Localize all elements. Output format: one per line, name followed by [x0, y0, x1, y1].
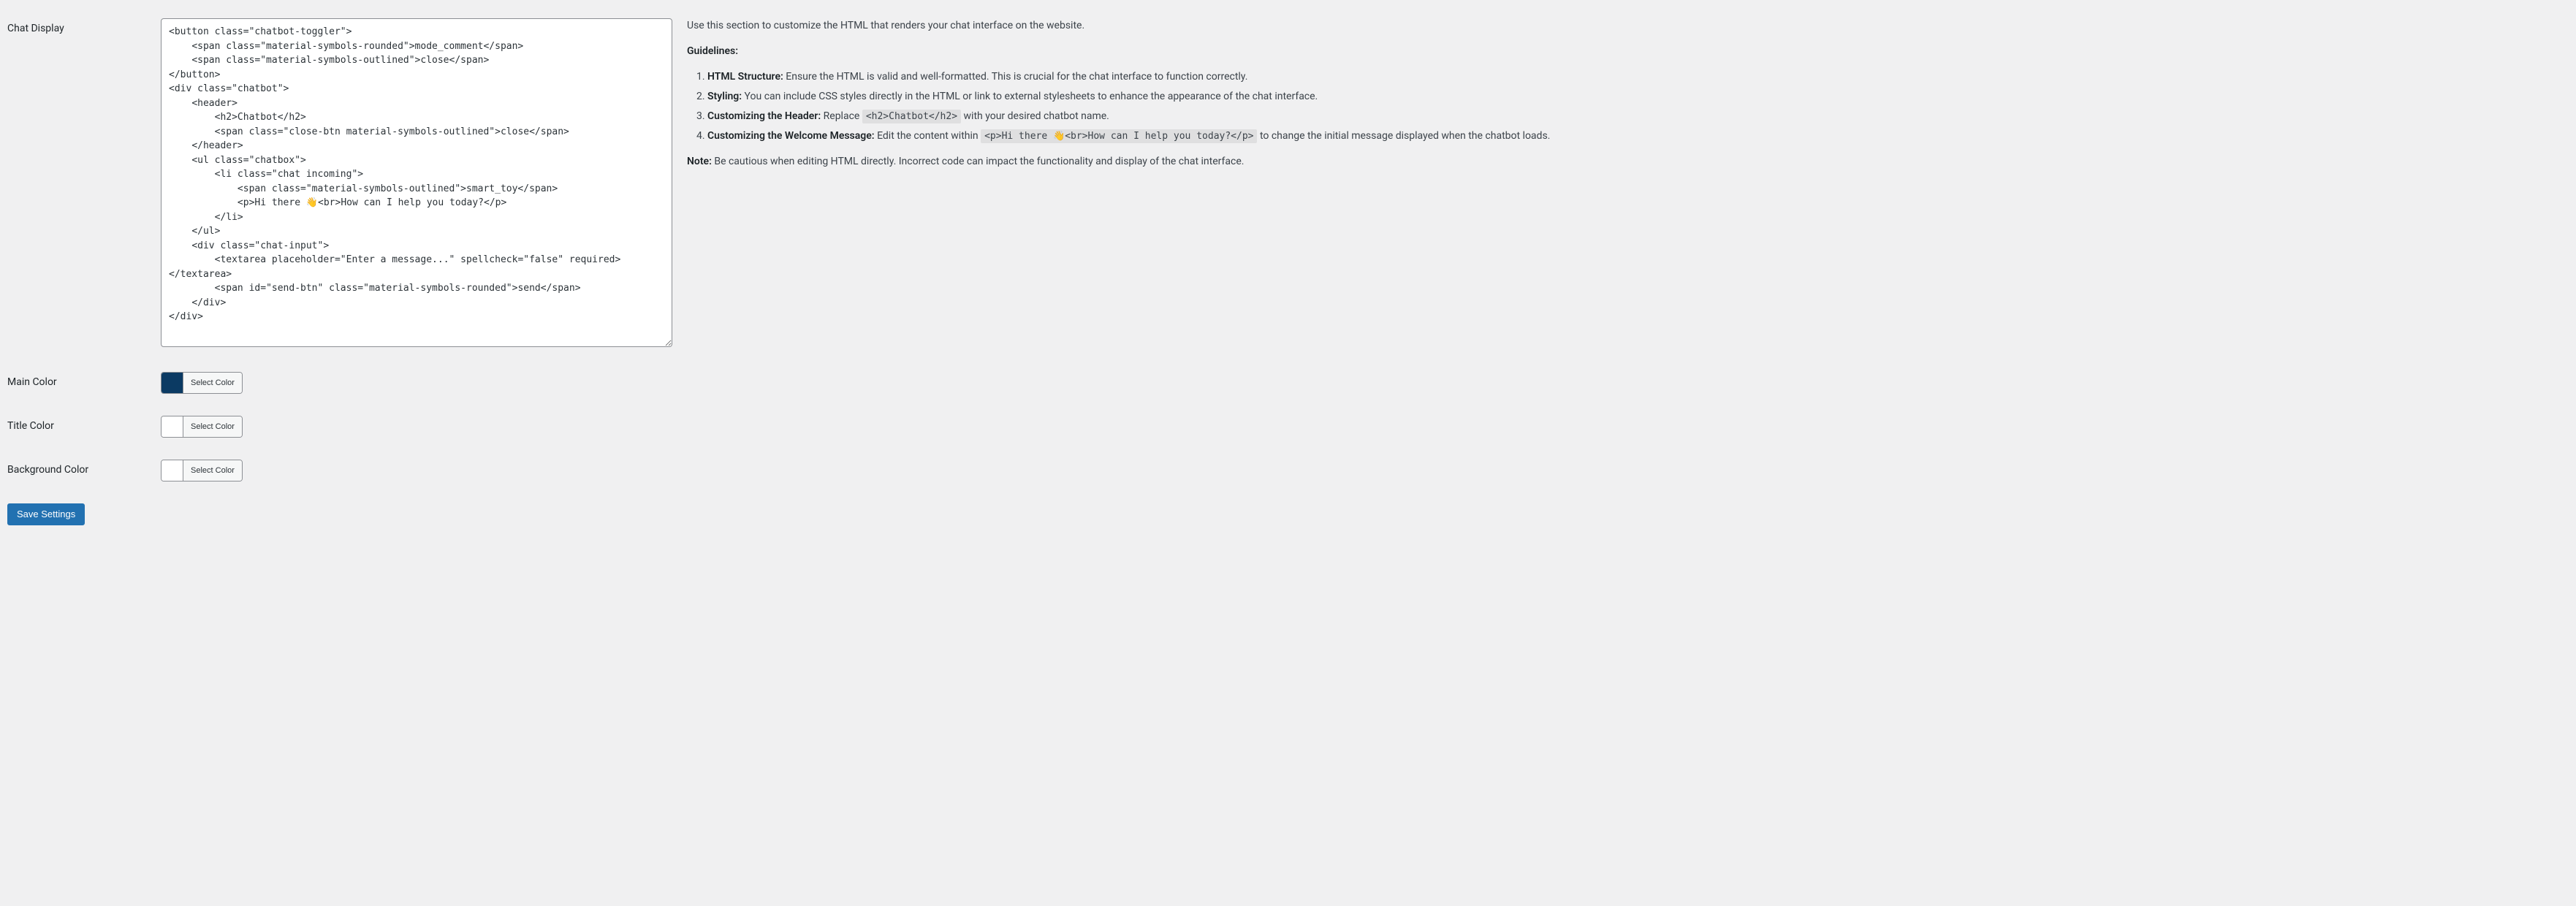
- chat-display-label: Chat Display: [7, 7, 153, 361]
- main-color-label: Main Color: [7, 361, 153, 405]
- guideline-item: Customizing the Header: Replace <h2>Chat…: [707, 109, 2561, 124]
- chat-display-help: Use this section to customize the HTML t…: [680, 7, 2569, 361]
- title-color-row: Title Color Select Color: [7, 405, 2569, 449]
- background-color-picker[interactable]: Select Color: [161, 460, 243, 481]
- chat-display-row: Chat Display Use this section to customi…: [7, 7, 2569, 361]
- background-color-row: Background Color Select Color: [7, 449, 2569, 492]
- guideline-item: Styling: You can include CSS styles dire…: [707, 89, 2561, 104]
- help-note: Note: Be cautious when editing HTML dire…: [687, 154, 2561, 170]
- main-color-row: Main Color Select Color: [7, 361, 2569, 405]
- title-color-picker[interactable]: Select Color: [161, 416, 243, 438]
- main-color-swatch[interactable]: [162, 373, 183, 393]
- guideline-item: Customizing the Welcome Message: Edit th…: [707, 129, 2561, 144]
- save-settings-button[interactable]: Save Settings: [7, 503, 85, 525]
- code-snippet: <h2>Chatbot</h2>: [862, 110, 961, 123]
- help-intro: Use this section to customize the HTML t…: [687, 18, 2561, 34]
- guideline-item: HTML Structure: Ensure the HTML is valid…: [707, 69, 2561, 85]
- settings-form-table: Chat Display Use this section to customi…: [7, 7, 2569, 492]
- guidelines-list: HTML Structure: Ensure the HTML is valid…: [707, 69, 2561, 144]
- title-color-swatch[interactable]: [162, 416, 183, 437]
- guidelines-heading: Guidelines:: [687, 45, 738, 57]
- background-color-swatch[interactable]: [162, 460, 183, 481]
- main-color-select-button[interactable]: Select Color: [183, 373, 242, 393]
- title-color-label: Title Color: [7, 405, 153, 449]
- title-color-select-button[interactable]: Select Color: [183, 416, 242, 437]
- chat-display-textarea[interactable]: [161, 18, 672, 347]
- submit-row: Save Settings: [7, 492, 2569, 536]
- background-color-label: Background Color: [7, 449, 153, 492]
- code-snippet: <p>Hi there 👋<br>How can I help you toda…: [981, 129, 1257, 143]
- background-color-select-button[interactable]: Select Color: [183, 460, 242, 481]
- main-color-picker[interactable]: Select Color: [161, 372, 243, 394]
